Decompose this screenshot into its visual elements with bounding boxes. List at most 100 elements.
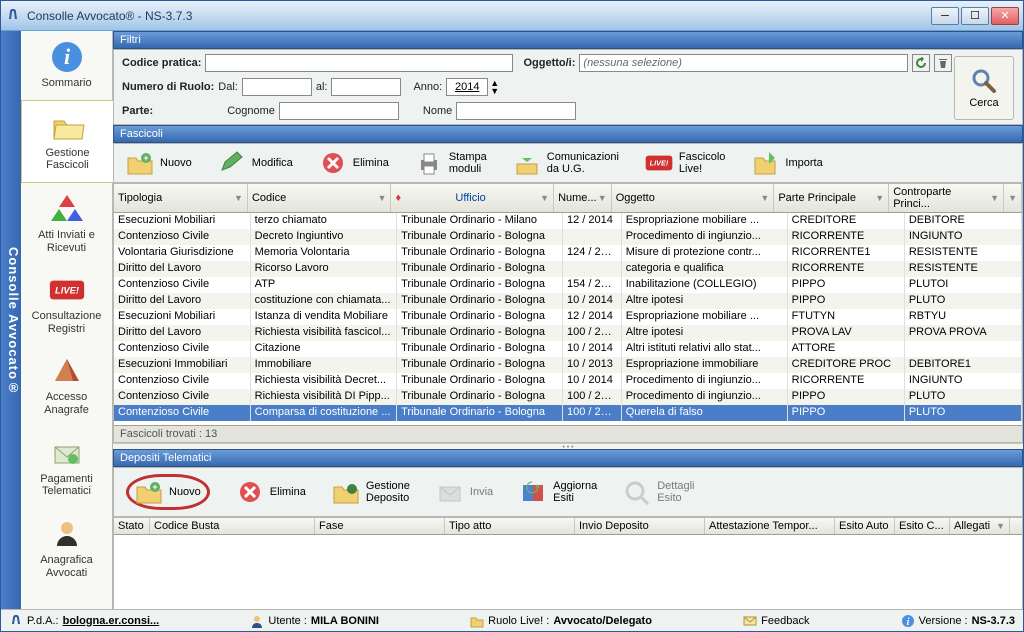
codice-pratica-input[interactable] [205, 54, 513, 72]
nav-gestione-fascicoli[interactable]: Gestione Fascicoli [21, 100, 113, 183]
depositi-grid-header[interactable]: StatoCodice BustaFaseTipo attoInvio Depo… [114, 518, 1022, 535]
cell: PROVA PROVA [905, 325, 1022, 341]
svg-text:LIVE!: LIVE! [650, 159, 669, 168]
anno-input[interactable] [446, 78, 488, 96]
column-header[interactable]: Esito Auto [835, 518, 895, 534]
clear-oggetto-button[interactable] [934, 54, 952, 72]
nome-input[interactable] [456, 102, 576, 120]
feedback-link[interactable]: Feedback [743, 614, 809, 628]
nav-atti-inviati[interactable]: Atti Inviati e Ricevuti [21, 183, 112, 264]
refresh-icon [915, 57, 927, 69]
nuovo-label: Nuovo [160, 157, 192, 169]
importa-button[interactable]: Importa [747, 148, 826, 178]
table-row[interactable]: Esecuzioni ImmobiliariImmobiliareTribuna… [114, 357, 1022, 373]
comunicazioni-button[interactable]: Comunicazioni da U.G. [509, 148, 623, 178]
table-row[interactable]: Contenzioso CivileATPTribunale Ordinario… [114, 277, 1022, 293]
cell [563, 229, 622, 245]
elimina-button[interactable]: Elimina [315, 148, 393, 178]
numero-ruolo-label: Numero di Ruolo: [122, 81, 214, 93]
nav-anagrafica-avvocati[interactable]: Anagrafica Avvocati [21, 508, 112, 589]
column-header[interactable]: Nume...▼ [554, 184, 612, 212]
nav-label: Consultazione Registri [32, 310, 102, 335]
cell: PIPPO [788, 389, 905, 405]
nav-accesso-anagrafe[interactable]: Accesso Anagrafe [21, 345, 112, 426]
nuovo-button[interactable]: + Nuovo [122, 148, 196, 178]
minimize-button[interactable]: ─ [931, 7, 959, 25]
table-row[interactable]: Contenzioso CivileRichiesta visibilità D… [114, 389, 1022, 405]
anno-down-button[interactable]: ▼ [490, 87, 499, 95]
filters-panel: Codice pratica: Oggetto/i: (nessuna sele… [113, 49, 1023, 125]
column-header[interactable]: Invio Deposito [575, 518, 705, 534]
table-row[interactable]: Diritto del LavoroRichiesta visibilità f… [114, 325, 1022, 341]
cell: Procedimento di ingiunzio... [622, 389, 788, 405]
send-icon [436, 479, 464, 505]
fascicoli-grid-header[interactable]: Tipologia▼Codice▼♦ Ufficio▼Nume...▼Ogget… [114, 184, 1022, 213]
oggetto-select[interactable]: (nessuna selezione) [579, 54, 908, 72]
cerca-button[interactable]: Cerca [954, 56, 1014, 120]
mail-icon [743, 614, 757, 628]
table-row[interactable]: Volontaria GiurisdizioneMemoria Volontar… [114, 245, 1022, 261]
column-header[interactable]: Tipologia▼ [114, 184, 248, 212]
table-row[interactable]: Contenzioso CivileComparsa di costituzio… [114, 405, 1022, 421]
nav-consultazione-registri[interactable]: LIVE! Consultazione Registri [21, 264, 112, 345]
column-header[interactable]: Attestazione Tempor... [705, 518, 835, 534]
close-button[interactable]: ✕ [991, 7, 1019, 25]
nav-label: Accesso Anagrafe [44, 391, 89, 416]
cognome-input[interactable] [279, 102, 399, 120]
table-row[interactable]: Diritto del LavoroRicorso LavoroTribunal… [114, 261, 1022, 277]
details-icon [623, 479, 651, 505]
column-header[interactable]: Tipo atto [445, 518, 575, 534]
table-row[interactable]: Esecuzioni Mobiliariterzo chiamatoTribun… [114, 213, 1022, 229]
nav-sommario[interactable]: i Sommario [21, 31, 112, 100]
al-input[interactable] [331, 78, 401, 96]
download-icon [513, 150, 541, 176]
column-header[interactable]: Codice Busta [150, 518, 315, 534]
app-icon [5, 8, 21, 24]
dep-elimina-button[interactable]: Elimina [232, 477, 310, 507]
depositi-grid-body[interactable] [114, 535, 1022, 613]
table-row[interactable]: Contenzioso CivileDecreto IngiuntivoTrib… [114, 229, 1022, 245]
column-header[interactable]: Oggetto▼ [612, 184, 775, 212]
pda-value[interactable]: bologna.er.consi... [63, 615, 160, 627]
table-row[interactable]: Esecuzioni MobiliariIstanza di vendita M… [114, 309, 1022, 325]
cell: Contenzioso Civile [114, 373, 251, 389]
column-header[interactable]: Esito C... [895, 518, 950, 534]
column-header[interactable]: Controparte Princi...▼ [889, 184, 1004, 212]
nav-label: Atti Inviati e Ricevuti [38, 229, 95, 254]
dep-aggiorna-button[interactable]: Aggiorna Esiti [515, 477, 601, 507]
dal-label: Dal: [218, 81, 238, 93]
dal-input[interactable] [242, 78, 312, 96]
lawyer-icon [49, 516, 85, 552]
refresh-oggetto-button[interactable] [912, 54, 930, 72]
table-row[interactable]: Contenzioso CivileCitazioneTribunale Ord… [114, 341, 1022, 357]
stampa-button[interactable]: Stampa moduli [411, 148, 491, 178]
column-header[interactable]: Parte Principale▼ [774, 184, 889, 212]
column-header[interactable]: Fase [315, 518, 445, 534]
dep-aggiorna-label: Aggiorna Esiti [553, 480, 597, 504]
cell: Volontaria Giurisdizione [114, 245, 251, 261]
cell: Inabilitazione (COLLEGIO) [622, 277, 788, 293]
cell: 12 / 2014 [563, 309, 622, 325]
column-header[interactable]: ♦ Ufficio▼ [391, 184, 554, 212]
cell: Tribunale Ordinario - Bologna [397, 325, 563, 341]
column-header[interactable]: Stato [114, 518, 150, 534]
cell: RESISTENTE [905, 245, 1022, 261]
pda-icon [9, 614, 23, 628]
table-row[interactable]: Diritto del Lavorocostituzione con chiam… [114, 293, 1022, 309]
cell: terzo chiamato [251, 213, 397, 229]
dep-nuovo-button[interactable]: + Nuovo [122, 472, 214, 512]
modifica-button[interactable]: Modifica [214, 148, 297, 178]
nav-pagamenti-telematici[interactable]: Pagamenti Telematici [21, 427, 112, 508]
fascicolo-live-button[interactable]: LIVE! Fascicolo Live! [641, 148, 729, 178]
cell: 100 / 2014 [563, 389, 622, 405]
filtri-header: Filtri [113, 31, 1023, 49]
dep-gestione-button[interactable]: Gestione Deposito [328, 477, 414, 507]
cell: Richiesta visibilità fascicol... [251, 325, 397, 341]
svg-text:i: i [906, 617, 909, 628]
maximize-button[interactable]: ☐ [961, 7, 989, 25]
cell: RICORRENTE1 [788, 245, 905, 261]
table-row[interactable]: Contenzioso CivileRichiesta visibilità D… [114, 373, 1022, 389]
column-header[interactable]: Codice▼ [248, 184, 392, 212]
column-header[interactable]: Allegati▼ [950, 518, 1010, 534]
fascicoli-grid-body[interactable]: Esecuzioni Mobiliariterzo chiamatoTribun… [114, 213, 1022, 425]
